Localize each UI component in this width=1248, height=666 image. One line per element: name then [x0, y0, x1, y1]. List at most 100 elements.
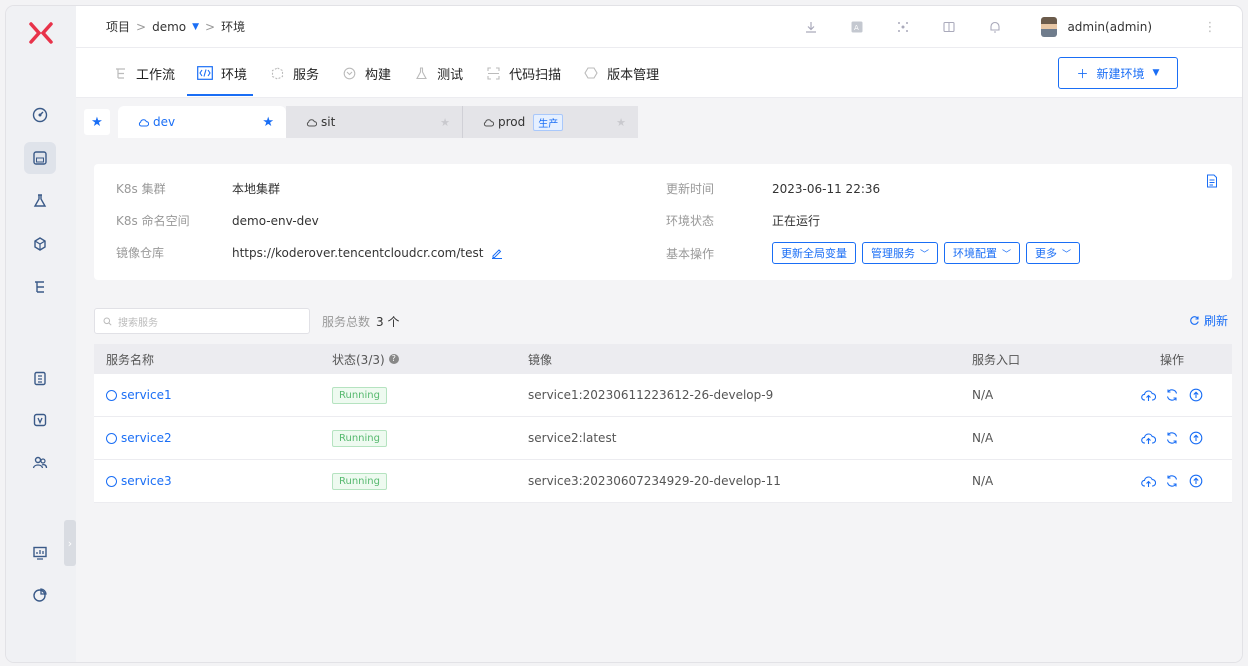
- row-actions: [1112, 387, 1232, 403]
- star-icon[interactable]: ★: [440, 116, 450, 129]
- registry-value: https://koderover.tencentcloudcr.com/tes…: [232, 245, 484, 260]
- tab-code-scan[interactable]: 代码扫描: [485, 48, 561, 98]
- monitor-chart-icon[interactable]: [24, 537, 56, 569]
- service-count-label: 服务总数: [322, 315, 371, 329]
- env-tab-label: prod: [498, 115, 526, 129]
- button-label: 更新全局变量: [781, 247, 847, 260]
- document-icon[interactable]: [1206, 174, 1218, 188]
- tab-service[interactable]: 服务: [269, 48, 319, 98]
- clipboard-icon[interactable]: [24, 362, 56, 394]
- new-environment-button[interactable]: ＋ 新建环境 ▼: [1058, 57, 1178, 89]
- table-header: 服务名称 状态(3/3) ? 镜像 服务入口 操作: [94, 344, 1232, 374]
- upload-cloud-icon[interactable]: [1140, 473, 1156, 489]
- tab-version[interactable]: 版本管理: [583, 48, 659, 98]
- env-tab-dev[interactable]: dev ★: [118, 106, 286, 138]
- cluster-label: K8s 集群: [116, 182, 166, 196]
- more-vertical-icon[interactable]: ⋮: [1202, 19, 1218, 35]
- env-tab-prod[interactable]: prod 生产 ★: [462, 106, 638, 138]
- info-row-cluster: K8s 集群 本地集群: [116, 180, 280, 197]
- info-row-update-time: 更新时间 2023-06-11 22:36: [666, 180, 880, 197]
- app-window: › 项目 > demo ▼ > 环境 A admin(admin) ⋮ 工作流 …: [6, 6, 1242, 662]
- plugin-icon[interactable]: [895, 19, 911, 35]
- update-time-value: 2023-06-11 22:36: [772, 181, 881, 196]
- tab-label: 环境: [221, 67, 248, 83]
- breadcrumb-current: 环境: [221, 20, 246, 34]
- tab-environment[interactable]: 环境: [187, 48, 254, 98]
- header-name: 服务名称: [106, 352, 155, 367]
- status-badge: Running: [332, 386, 387, 404]
- upload-cloud-icon[interactable]: [1140, 430, 1156, 446]
- button-label: 更多: [1035, 247, 1058, 260]
- service-link[interactable]: service3: [106, 474, 332, 488]
- test-flask-icon[interactable]: [24, 185, 56, 217]
- star-icon[interactable]: ★: [262, 115, 274, 130]
- restart-icon[interactable]: [1164, 387, 1180, 403]
- upgrade-icon[interactable]: [1188, 387, 1204, 403]
- docs-book-icon[interactable]: [941, 19, 957, 35]
- bell-icon[interactable]: [987, 19, 1003, 35]
- env-config-button[interactable]: 环境配置 ﹀: [944, 242, 1021, 264]
- table-row: service1 Running service1:20230611223612…: [94, 374, 1232, 417]
- upgrade-icon[interactable]: [1188, 473, 1204, 489]
- service-icon: [106, 432, 117, 444]
- namespace-value: demo-env-dev: [232, 213, 319, 228]
- nav-tabs: 工作流 环境 服务 构建 测试 代码扫描 版本管理: [112, 48, 681, 98]
- topbar-actions: A admin(admin) ⋮: [803, 6, 1242, 48]
- tab-test[interactable]: 测试: [413, 48, 463, 98]
- service-name: service3: [121, 474, 172, 488]
- header-status: 状态(3/3) ?: [332, 351, 528, 368]
- caret-down-icon: ▼: [1152, 68, 1160, 78]
- upload-cloud-icon[interactable]: [1140, 387, 1156, 403]
- service-link[interactable]: service1: [106, 388, 332, 402]
- refresh-button[interactable]: 刷新: [1189, 312, 1228, 329]
- upgrade-icon[interactable]: [1188, 430, 1204, 446]
- star-icon[interactable]: ★: [616, 116, 626, 129]
- new-environment-label: 新建环境: [1096, 66, 1145, 81]
- tab-label: 测试: [437, 67, 464, 83]
- logo-icon[interactable]: [28, 20, 54, 46]
- production-tag: 生产: [533, 113, 564, 131]
- user-name: admin(admin): [1067, 20, 1152, 34]
- service-link[interactable]: service2: [106, 431, 332, 445]
- edit-icon[interactable]: [491, 247, 503, 259]
- tree-icon[interactable]: [24, 271, 56, 303]
- restart-icon[interactable]: [1164, 430, 1180, 446]
- users-icon[interactable]: [24, 446, 56, 478]
- update-time-label: 更新时间: [666, 182, 715, 196]
- download-icon[interactable]: [803, 19, 819, 35]
- environment-content: ★ dev ★ sit ★ prod 生产 ★ K8s 集群 本地集群 K8s …: [76, 98, 1242, 662]
- sidebar-expand-handle[interactable]: ›: [64, 520, 76, 566]
- caret-down-icon[interactable]: ▼: [192, 22, 199, 32]
- restart-icon[interactable]: [1164, 473, 1180, 489]
- pie-chart-icon[interactable]: [24, 579, 56, 611]
- tab-workflow[interactable]: 工作流: [112, 48, 175, 98]
- service-table: 服务名称 状态(3/3) ? 镜像 服务入口 操作 service1 Runni…: [94, 344, 1232, 503]
- version-icon[interactable]: [24, 404, 56, 436]
- help-icon[interactable]: ?: [388, 354, 399, 364]
- main-area: 项目 > demo ▼ > 环境 A admin(admin) ⋮ 工作流 环境…: [76, 6, 1242, 662]
- project-icon[interactable]: [24, 142, 56, 174]
- info-row-operations: 基本操作 更新全局变量 管理服务 ﹀ 环境配置 ﹀ 更多 ﹀: [666, 242, 1086, 264]
- service-icon: [106, 389, 117, 401]
- service-image: service1:20230611223612-26-develop-9: [528, 388, 774, 402]
- breadcrumb-project[interactable]: 项目: [106, 18, 130, 35]
- user-menu[interactable]: admin(admin): [1041, 17, 1152, 37]
- code-icon: [197, 65, 213, 81]
- tab-build[interactable]: 构建: [341, 48, 391, 98]
- environment-info-card: K8s 集群 本地集群 K8s 命名空间 demo-env-dev 镜像仓库 h…: [94, 164, 1232, 280]
- env-tab-sit[interactable]: sit ★: [286, 106, 462, 138]
- package-icon[interactable]: [24, 228, 56, 260]
- update-global-vars-button[interactable]: 更新全局变量: [772, 242, 856, 264]
- favorite-star-icon[interactable]: ★: [84, 109, 110, 135]
- header-entry: 服务入口: [972, 352, 1021, 367]
- breadcrumb: 项目 > demo ▼ > 环境: [106, 18, 245, 35]
- manage-services-button[interactable]: 管理服务 ﹀: [862, 242, 939, 264]
- breadcrumb-project-name[interactable]: demo: [152, 20, 186, 34]
- dashboard-icon[interactable]: [24, 99, 56, 131]
- version-icon: [583, 65, 599, 81]
- tab-label: 服务: [293, 67, 320, 83]
- service-search-input[interactable]: 搜索服务: [94, 308, 310, 334]
- translate-icon[interactable]: A: [849, 19, 865, 35]
- more-button[interactable]: 更多 ﹀: [1026, 242, 1081, 264]
- service-icon: [269, 65, 285, 81]
